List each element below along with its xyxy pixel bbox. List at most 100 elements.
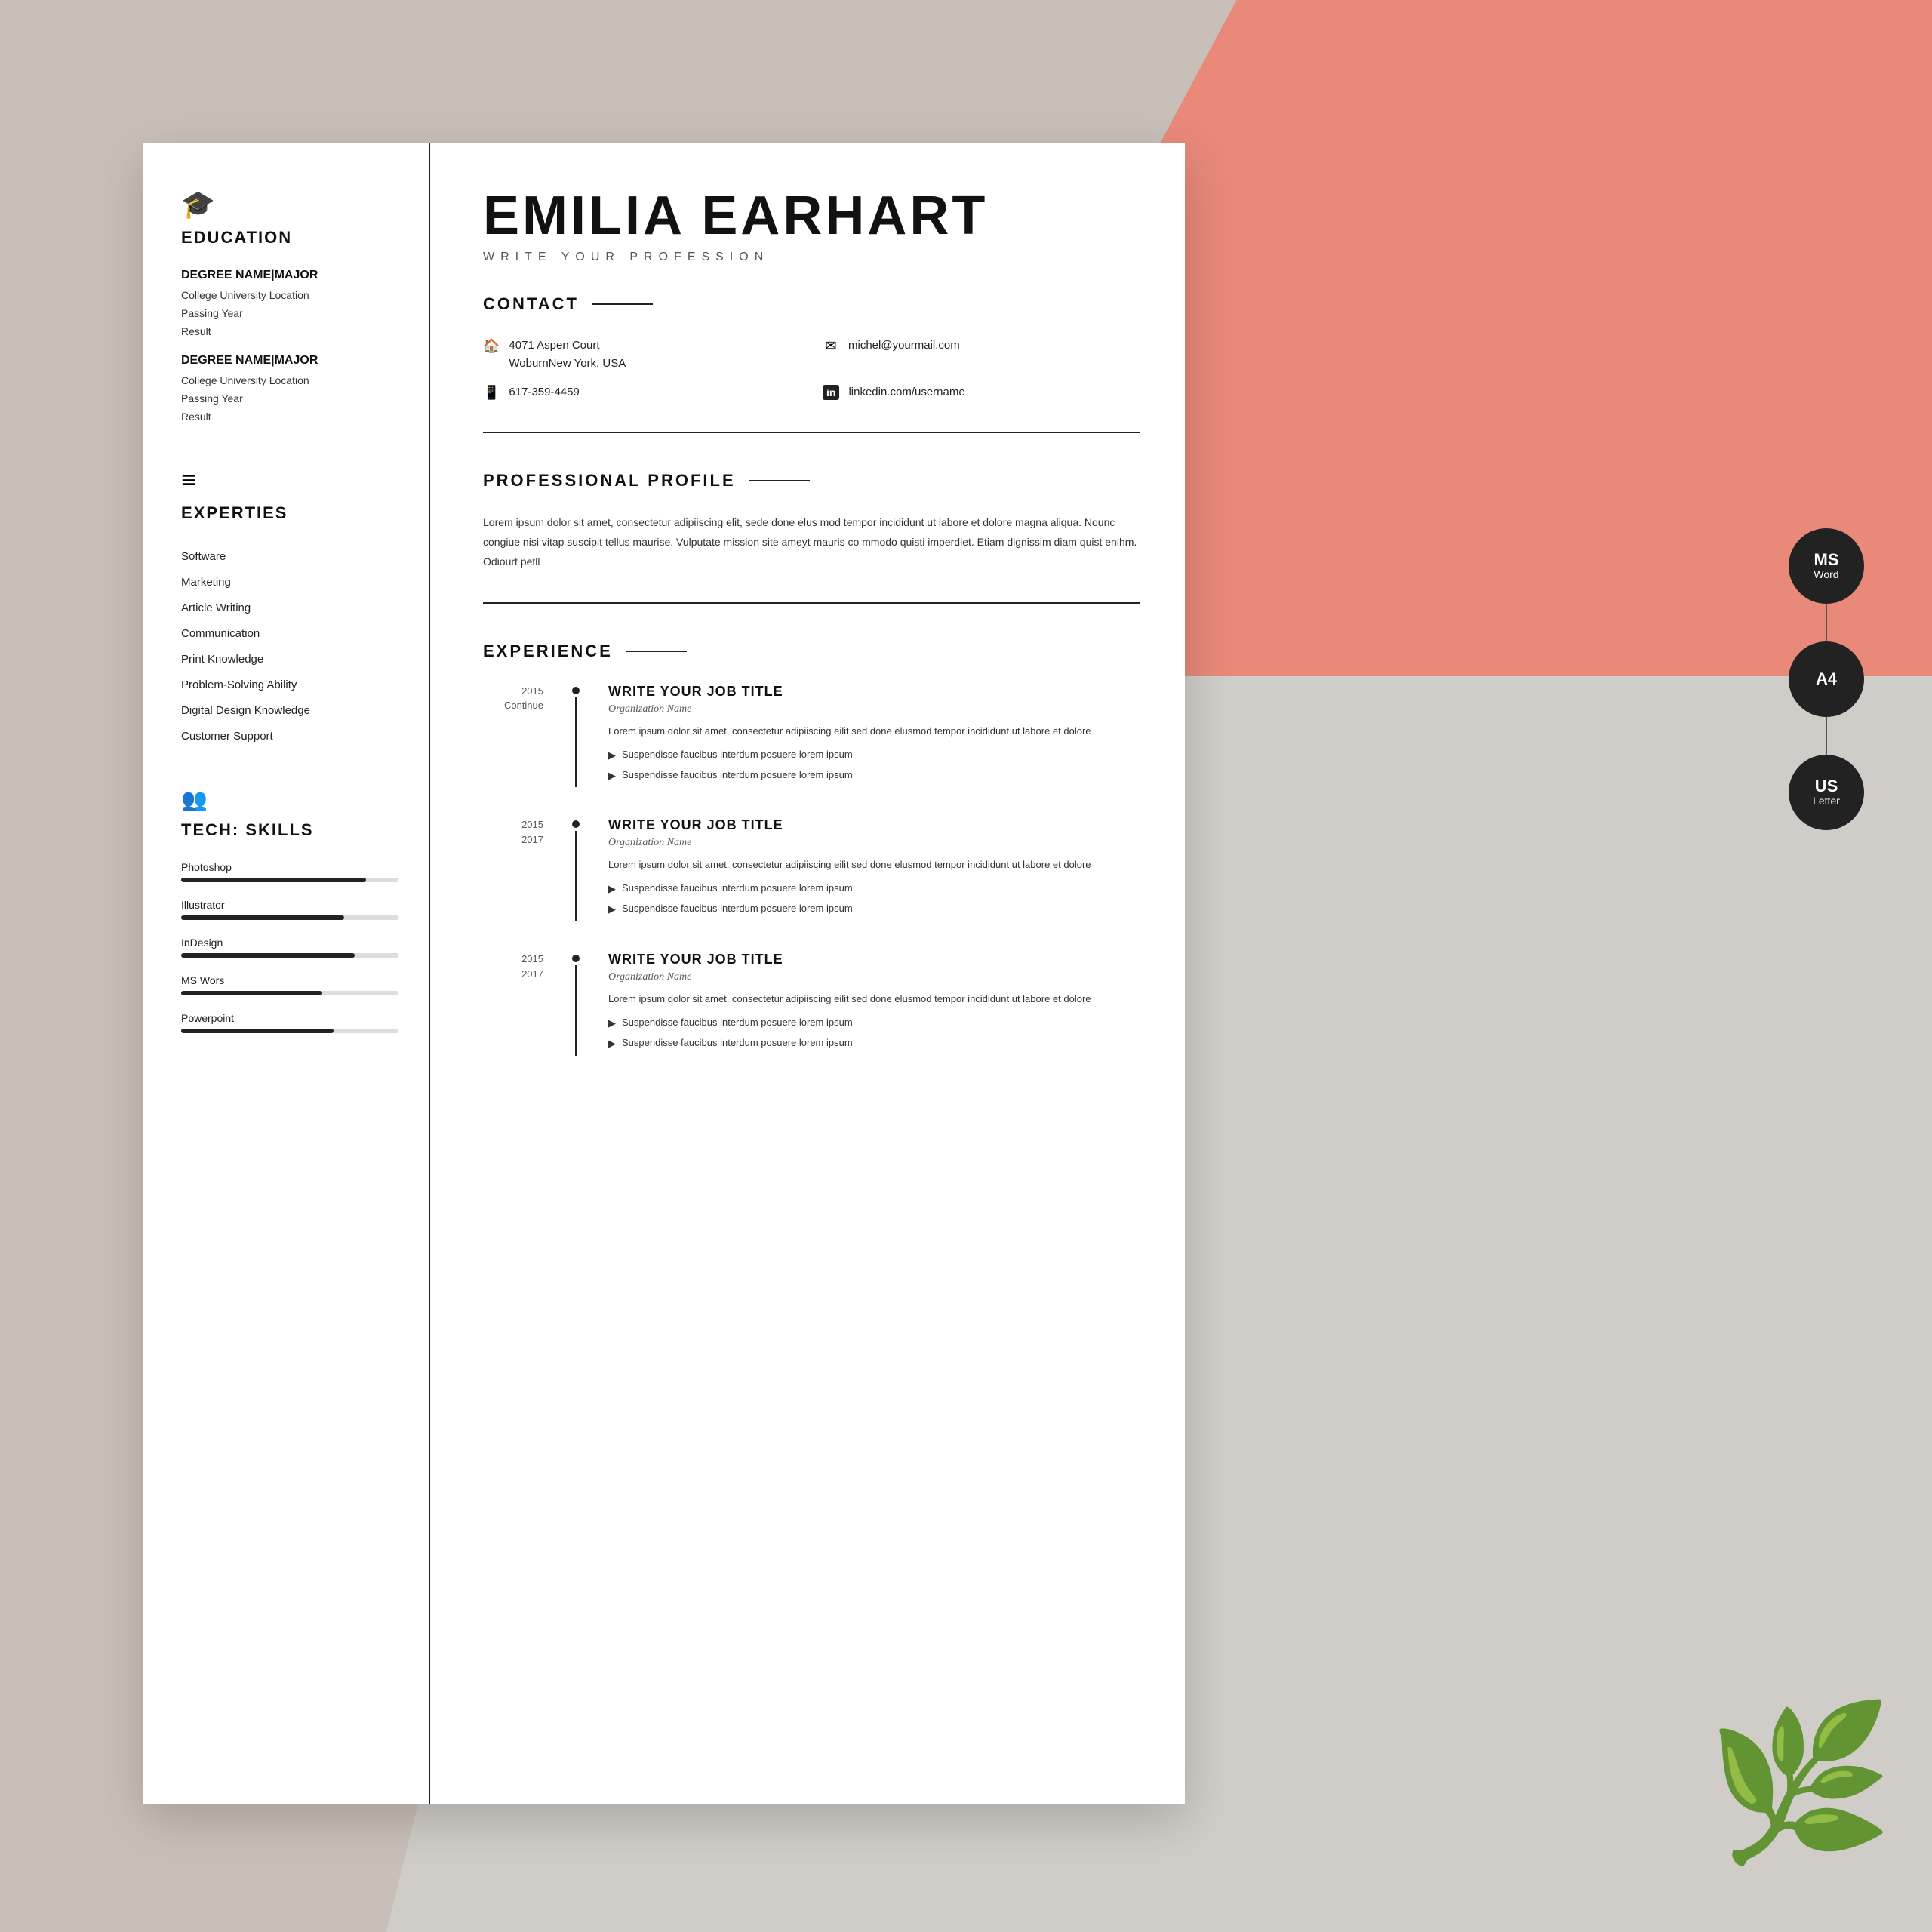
degree-2-university: College University Location [181,372,398,390]
skill-bar-bg [181,991,398,995]
section-divider-line [592,303,653,305]
bullet-text: Suspendisse faucibus interdum posuere lo… [622,768,853,783]
exp-bullet: ▶ Suspendisse faucibus interdum posuere … [608,768,1140,784]
badge-us-label: US [1815,777,1838,795]
skill-name: Illustrator [181,899,398,911]
main-content: EMILIA EARHART WRITE YOUR PROFESSION CON… [430,143,1185,1804]
exp-year-start-2: 2015 [521,817,543,832]
list-item: Marketing [181,570,398,595]
skill-bar-bg [181,915,398,920]
badge-a4: A4 [1789,641,1864,717]
exp-bullet: ▶ Suspendisse faucibus interdum posuere … [608,901,1140,918]
contact-email: ✉ michel@yourmail.com [823,337,1140,373]
exp-bullet: ▶ Suspendisse faucibus interdum posuere … [608,1035,1140,1052]
skill-name: InDesign [181,937,398,949]
bullet-arrow: ▶ [608,768,616,784]
exp-job-title-1: WRITE YOUR JOB TITLE [608,684,1140,700]
experience-section-header: EXPERIENCE [483,641,1140,661]
sidebar: 🎓 EDUCATION DEGREE NAME|MAJOR College Un… [143,143,430,1804]
contact-grid: 🏠 4071 Aspen Court WoburnNew York, USA ✉… [483,337,1140,433]
list-item: Digital Design Knowledge [181,698,398,724]
section-divider-line [626,651,687,652]
experience-title: EXPERIENCE [483,641,613,661]
contact-address: 🏠 4071 Aspen Court WoburnNew York, USA [483,337,800,373]
degree-1-university: College University Location [181,287,398,305]
bullet-arrow: ▶ [608,902,616,918]
expertise-title: EXPERTIES [181,503,398,523]
linkedin-icon: in [823,385,839,400]
exp-year-col-1: 2015 Continue [483,684,543,788]
degree-1-result: Result [181,323,398,341]
bullet-arrow: ▶ [608,1036,616,1052]
tech-skills-icon: 👥 [181,787,398,813]
badge-ms-word: MS Word [1789,528,1864,604]
exp-dot-3 [572,955,580,962]
skill-name: Photoshop [181,861,398,873]
exp-desc-1: Lorem ipsum dolor sit amet, consectetur … [608,723,1140,740]
contact-address-text: 4071 Aspen Court WoburnNew York, USA [509,337,626,373]
list-item: Article Writing [181,595,398,621]
education-icon: 🎓 [181,189,398,220]
exp-timeline-3 [572,952,580,1056]
list-item: Print Knowledge [181,647,398,672]
list-item: Communication [181,621,398,647]
bullet-arrow: ▶ [608,748,616,764]
contact-phone-text: 617-359-4459 [509,383,579,401]
bullet-text: Suspendisse faucibus interdum posuere lo… [622,1015,853,1031]
contact-title: CONTACT [483,294,579,314]
skill-bar-fill [181,1029,334,1033]
skill-bar-fill [181,991,322,995]
bullet-text: Suspendisse faucibus interdum posuere lo… [622,881,853,897]
exp-year-end-2: 2017 [521,832,543,848]
skill-indesign: InDesign [181,937,398,958]
expertise-icon: ≡ [181,464,398,496]
degree-2-name: DEGREE NAME|MAJOR [181,354,398,368]
skill-bar-bg [181,953,398,958]
exp-line-2 [575,831,577,921]
badge-ms-label: MS [1814,551,1839,569]
badge-connector-1 [1826,604,1827,641]
skill-bar-fill [181,878,366,882]
exp-year-start-1: 2015 [521,684,543,699]
exp-year-end-1: Continue [504,698,543,713]
address-line1: 4071 Aspen Court [509,339,599,352]
expertise-list: Software Marketing Article Writing Commu… [181,544,398,749]
exp-line-1 [575,697,577,788]
exp-year-col-3: 2015 2017 [483,952,543,1056]
degree-1-year: Passing Year [181,305,398,323]
exp-org-3: Organization Name [608,971,1140,983]
degree-2-result: Result [181,408,398,426]
list-item: Customer Support [181,724,398,749]
list-item: Software [181,544,398,570]
exp-timeline-1 [572,684,580,788]
exp-body-1: WRITE YOUR JOB TITLE Organization Name L… [608,684,1140,788]
address-icon: 🏠 [483,338,500,354]
skill-bar-fill [181,953,355,958]
exp-entry-3: 2015 2017 WRITE YOUR JOB TITLE Organizat… [483,952,1140,1056]
profile-text: Lorem ipsum dolor sit amet, consectetur … [483,513,1140,604]
address-line2: WoburnNew York, USA [509,357,626,370]
exp-entry-1: 2015 Continue WRITE YOUR JOB TITLE Organ… [483,684,1140,788]
education-section: 🎓 EDUCATION DEGREE NAME|MAJOR College Un… [181,189,398,426]
skill-photoshop: Photoshop [181,861,398,882]
badge-ms-sub: Word [1814,569,1838,580]
exp-job-title-3: WRITE YOUR JOB TITLE [608,952,1140,968]
skill-msword: MS Wors [181,974,398,995]
contact-linkedin-text: linkedin.com/username [848,383,964,401]
skill-powerpoint: Powerpoint [181,1012,398,1033]
skill-name: Powerpoint [181,1012,398,1024]
format-badges: MS Word A4 US Letter [1789,528,1864,830]
badge-us-sub: Letter [1813,795,1840,807]
skill-bar-bg [181,1029,398,1033]
exp-bullet: ▶ Suspendisse faucibus interdum posuere … [608,747,1140,764]
badge-connector-2 [1826,717,1827,755]
experience-entries: 2015 Continue WRITE YOUR JOB TITLE Organ… [483,684,1140,1056]
bullet-text: Suspendisse faucibus interdum posuere lo… [622,747,853,763]
skill-name: MS Wors [181,974,398,986]
badge-a4-label: A4 [1816,670,1837,688]
contact-phone: 📱 617-359-4459 [483,383,800,401]
plant-decoration: 🌿 [1706,1694,1894,1872]
bullet-arrow: ▶ [608,881,616,897]
tech-skills-section: 👥 TECH: SKILLS Photoshop Illustrator InD… [181,787,398,1033]
education-title: EDUCATION [181,228,398,248]
